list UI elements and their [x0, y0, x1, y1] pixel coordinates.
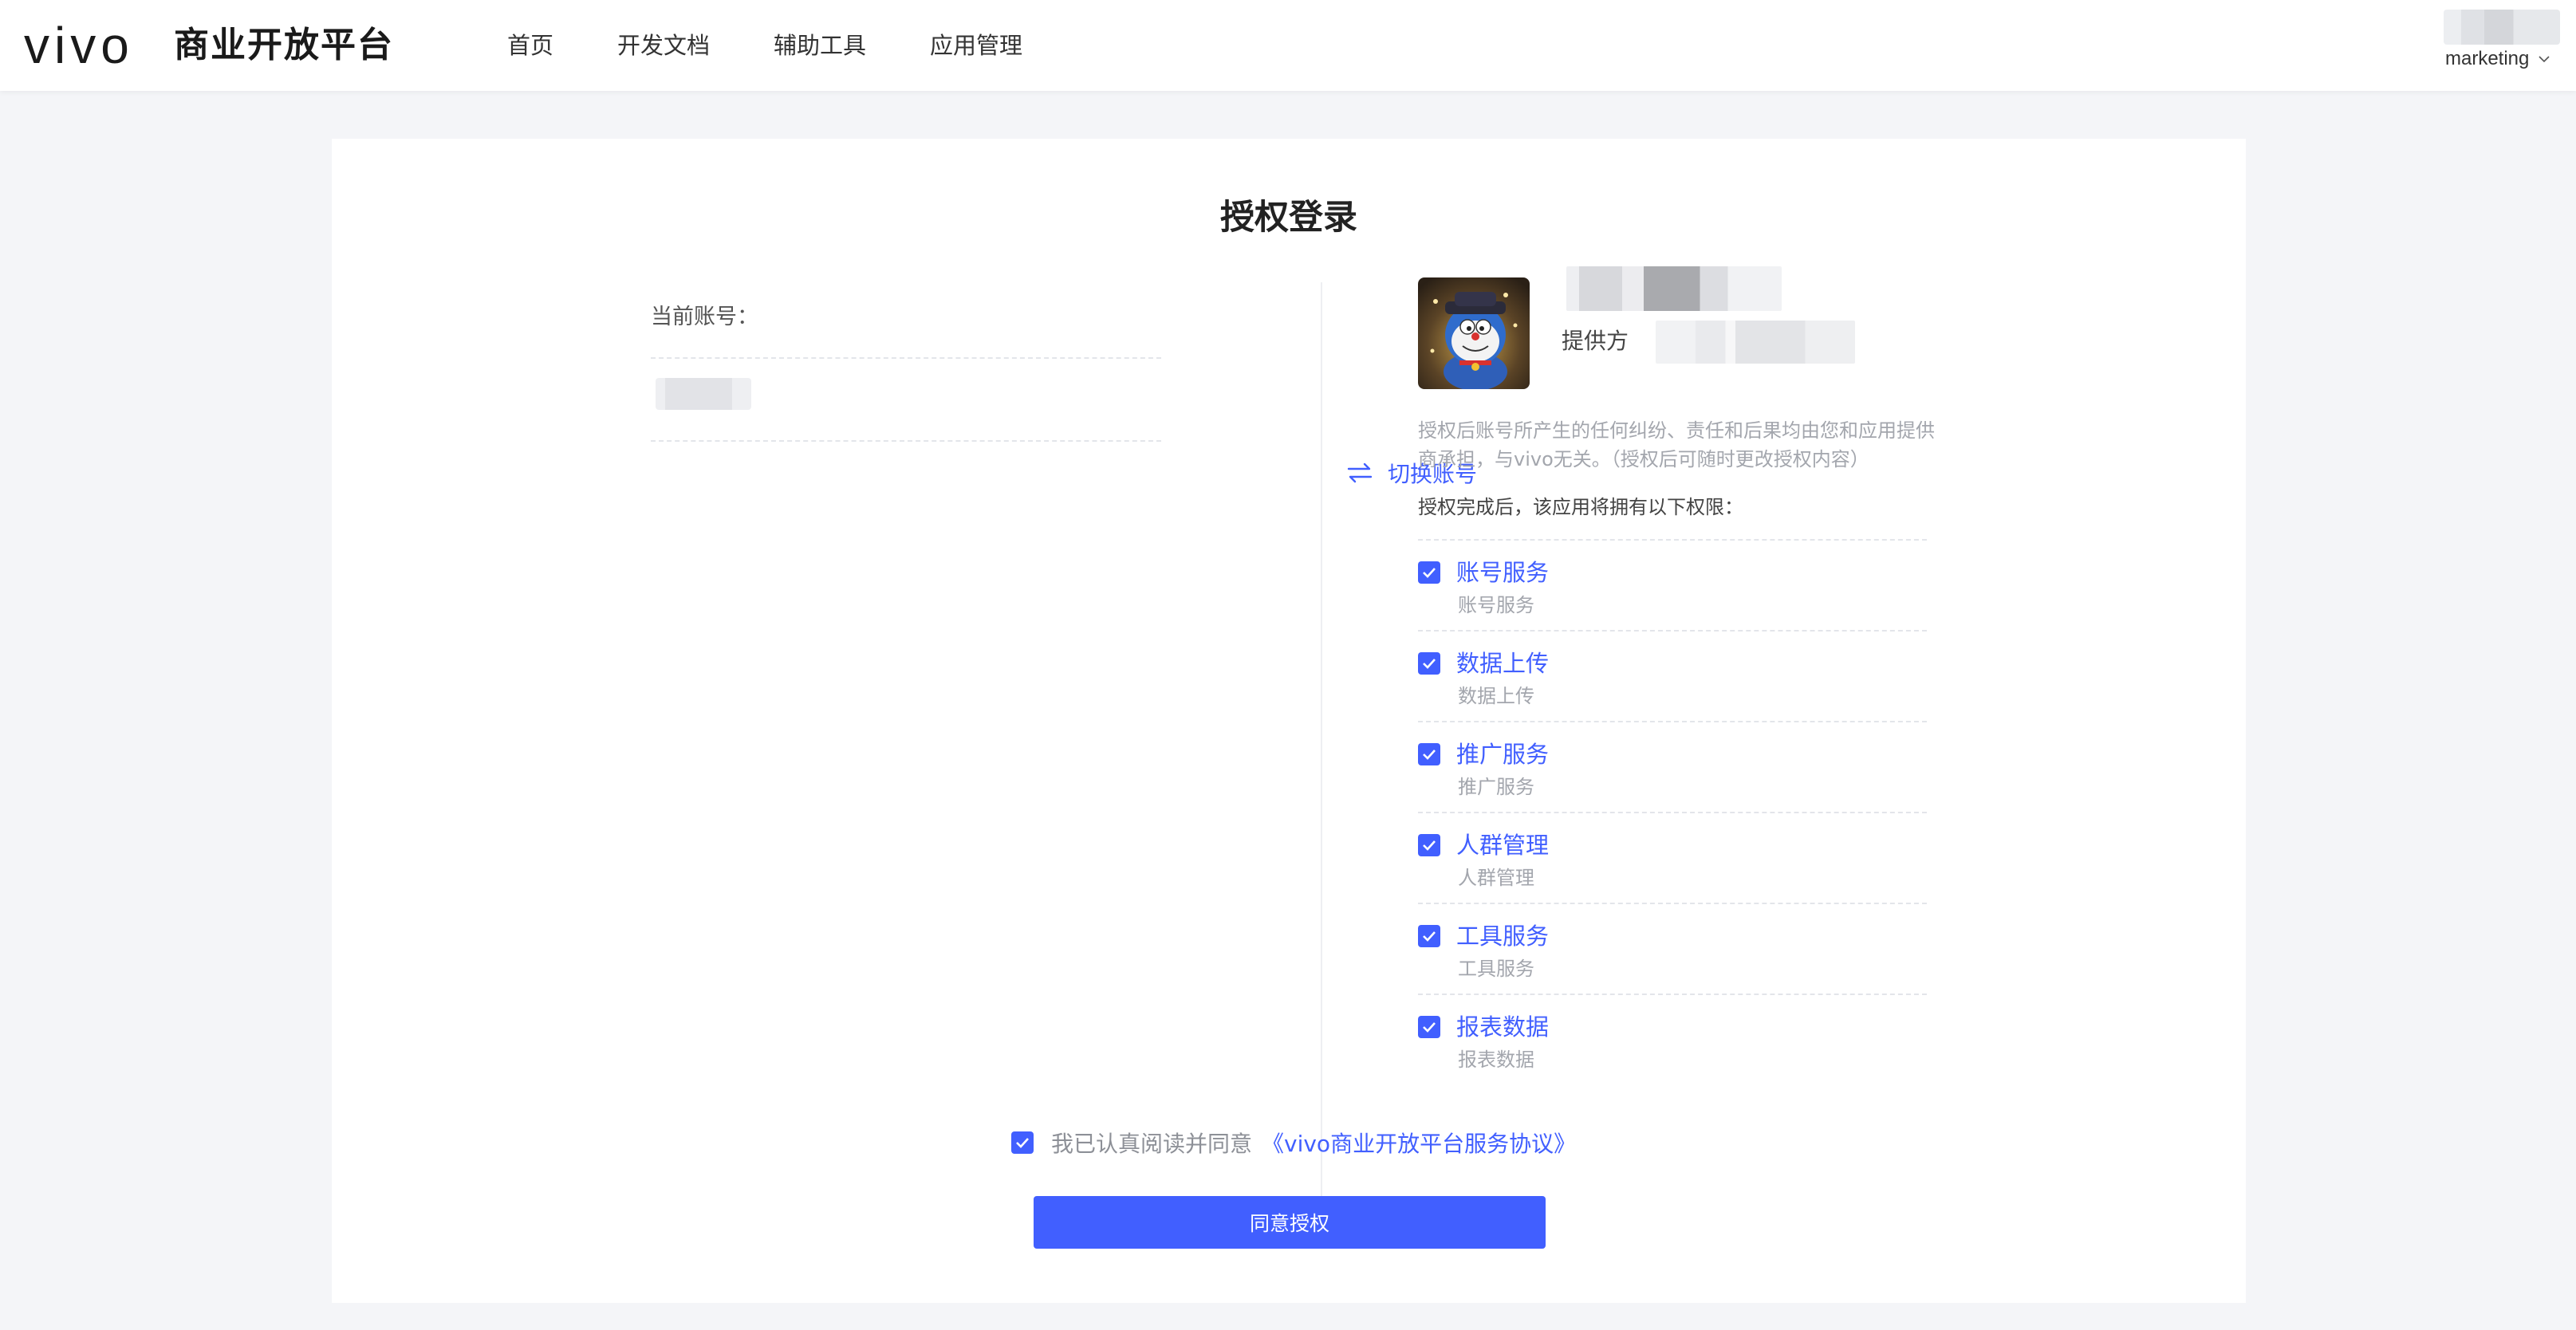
column-divider [1321, 282, 1322, 1228]
check-icon [1423, 840, 1436, 851]
nav-item-tools[interactable]: 辅助工具 [774, 24, 866, 67]
account-divider-top [651, 357, 1161, 359]
agreement-row: 我已认真阅读并同意 《vivo商业开放平台服务协议》 [1011, 1124, 1576, 1161]
agreement-text: 我已认真阅读并同意 [1051, 1131, 1253, 1157]
user-name: marketing [2445, 48, 2530, 69]
page-title: 授权登录 [1220, 198, 1357, 238]
app-name [1566, 266, 1782, 311]
permission-desc: 账号服务 [1458, 594, 1534, 616]
permission-item: 推广服务 推广服务 [1418, 721, 1927, 812]
permission-desc: 人群管理 [1458, 867, 1534, 889]
permission-item: 账号服务 账号服务 [1418, 539, 1927, 630]
permission-item: 数据上传 数据上传 [1418, 630, 1927, 721]
permission-checkbox[interactable] [1418, 1016, 1440, 1038]
permissions-heading: 授权完成后，该应用将拥有以下权限： [1418, 496, 1743, 518]
permission-checkbox[interactable] [1418, 834, 1440, 856]
permission-list: 账号服务 账号服务 数据上传 数据上传 推广服务 推广服务 人群管理 人群管理 [1418, 539, 1927, 1084]
switch-icon [1347, 462, 1373, 483]
check-icon [1423, 1022, 1436, 1033]
nav-item-app-management[interactable]: 应用管理 [930, 24, 1022, 67]
service-agreement-link[interactable]: 《vivo商业开放平台服务协议》 [1262, 1127, 1576, 1159]
permission-item: 报表数据 报表数据 [1418, 994, 1927, 1084]
top-header: vivo 商业开放平台 首页 开发文档 辅助工具 应用管理 marketing [0, 0, 2576, 91]
permission-item: 人群管理 人群管理 [1418, 812, 1927, 903]
permission-desc: 推广服务 [1458, 776, 1534, 798]
provider-label: 提供方 [1562, 328, 1629, 354]
main-nav: 首页 开发文档 辅助工具 应用管理 [507, 24, 1022, 67]
vivo-logo[interactable]: vivo [24, 18, 134, 73]
current-account-value [656, 378, 751, 410]
permission-desc: 报表数据 [1458, 1049, 1534, 1071]
check-icon [1423, 750, 1436, 760]
permission-title: 工具服务 [1456, 923, 1550, 950]
disclaimer-text: 授权后账号所产生的任何纠纷、责任和后果均由您和应用提供商承担，与vivo无关。（… [1418, 419, 1935, 470]
current-account-label: 当前账号： [651, 305, 758, 329]
permission-item: 工具服务 工具服务 [1418, 903, 1927, 994]
agree-authorize-button[interactable]: 同意授权 [1034, 1196, 1546, 1249]
nav-item-docs[interactable]: 开发文档 [617, 24, 710, 67]
permission-desc: 数据上传 [1458, 685, 1534, 707]
agreement-checkbox[interactable] [1011, 1131, 1034, 1154]
permission-title: 账号服务 [1456, 559, 1550, 586]
permission-title: 人群管理 [1456, 832, 1550, 859]
platform-title[interactable]: 商业开放平台 [174, 21, 394, 70]
chevron-down-icon [2539, 56, 2550, 63]
account-divider-bottom [651, 440, 1161, 442]
check-icon [1423, 931, 1436, 942]
check-icon [1423, 659, 1436, 669]
user-menu[interactable]: marketing [2445, 45, 2550, 73]
permission-checkbox[interactable] [1418, 652, 1440, 675]
permission-checkbox[interactable] [1418, 925, 1440, 947]
nav-item-home[interactable]: 首页 [507, 24, 553, 67]
permission-title: 报表数据 [1456, 1013, 1550, 1041]
app-avatar-image [1418, 277, 1530, 389]
provider-name [1656, 321, 1855, 364]
permission-checkbox[interactable] [1418, 743, 1440, 765]
check-icon [1423, 568, 1436, 578]
auth-card: 授权登录 当前账号： 切换账号 提供方 授权后账号所产生的任何纠纷、责任和后果均… [332, 139, 2246, 1303]
permission-desc: 工具服务 [1458, 958, 1534, 980]
permission-title: 推广服务 [1456, 741, 1550, 768]
permission-checkbox[interactable] [1418, 561, 1440, 584]
permission-title: 数据上传 [1456, 650, 1550, 677]
check-icon [1016, 1138, 1029, 1148]
user-avatar[interactable] [2444, 10, 2560, 45]
